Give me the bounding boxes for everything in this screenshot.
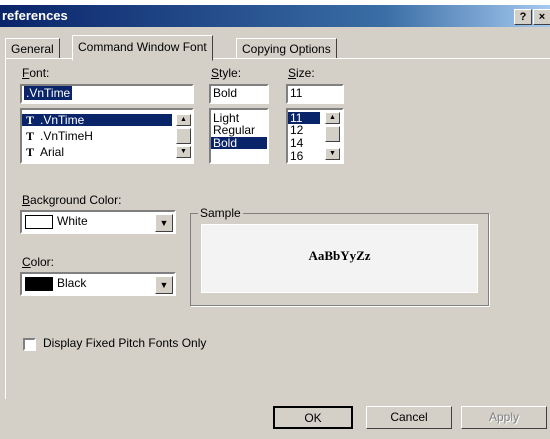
tab-command-window-font[interactable]: Command Window Font	[72, 35, 213, 61]
size-list-item[interactable]: 14	[290, 137, 318, 149]
ok-button[interactable]: OK	[273, 406, 353, 429]
title-bar[interactable]	[0, 5, 550, 27]
scrollbar-thumb[interactable]	[325, 126, 340, 142]
background-color-dropdown[interactable]: White ▼	[20, 210, 176, 234]
help-button[interactable]: ?	[514, 9, 532, 25]
size-list[interactable]: 11 12 14 16 ▲ ▼	[286, 108, 344, 164]
size-list-item[interactable]: 16	[290, 150, 318, 162]
background-color-value: White	[57, 214, 88, 228]
sample-text: AaBbYyZz	[308, 248, 371, 263]
tab-copying-options[interactable]: Copying Options	[236, 38, 337, 60]
font-list-item-label: Arial	[40, 145, 65, 159]
font-list-item-label: .VnTimeH	[40, 129, 93, 143]
tab-general[interactable]: General	[5, 38, 60, 60]
style-label: Style:	[211, 66, 242, 80]
font-list[interactable]: T .VnTime T .VnTimeH T Arial ▲ ▼	[20, 108, 194, 164]
font-list-item[interactable]: T Arial	[22, 146, 172, 158]
font-label: Font:	[22, 66, 50, 80]
truetype-icon: T	[26, 129, 35, 143]
style-label-text: tyle:	[219, 66, 242, 80]
sample-label: Sample	[198, 206, 243, 220]
truetype-icon: T	[26, 113, 35, 127]
color-value: Black	[57, 276, 87, 290]
scrollbar-thumb[interactable]	[176, 128, 191, 144]
truetype-icon: T	[26, 145, 35, 159]
chevron-down-icon[interactable]: ▼	[155, 214, 173, 232]
fixed-pitch-checkbox[interactable]	[23, 338, 36, 351]
background-color-label-text: ackground Color:	[30, 193, 122, 207]
window-title: references	[2, 8, 68, 23]
style-list-item[interactable]: Regular	[213, 124, 267, 136]
sample-preview: AaBbYyZz	[201, 224, 478, 293]
font-list-item[interactable]: T .VnTimeH	[22, 130, 172, 142]
style-list[interactable]: Light Regular Bold	[209, 108, 269, 164]
style-list-item[interactable]: Bold	[211, 137, 267, 149]
size-label-text: ize:	[296, 66, 315, 80]
scroll-up-button[interactable]: ▲	[176, 114, 191, 126]
font-list-item-label: .VnTime	[40, 113, 85, 127]
background-color-label: Background Color:	[22, 193, 122, 207]
background-color-swatch	[25, 215, 53, 229]
style-input[interactable]: Bold	[209, 84, 269, 104]
size-input[interactable]: 11	[286, 84, 344, 104]
fixed-pitch-label: Display Fixed Pitch Fonts Only	[43, 336, 207, 350]
color-swatch	[25, 277, 53, 291]
scroll-down-button[interactable]: ▼	[325, 148, 340, 160]
font-input[interactable]: .VnTime	[20, 84, 194, 104]
font-input-value: .VnTime	[24, 86, 73, 100]
color-dropdown[interactable]: Black ▼	[20, 272, 176, 296]
scroll-up-button[interactable]: ▲	[325, 112, 340, 124]
scroll-down-button[interactable]: ▼	[176, 146, 191, 158]
color-label: Color:	[22, 255, 55, 269]
cancel-button[interactable]: Cancel	[366, 406, 452, 429]
close-button[interactable]: ×	[533, 9, 550, 25]
size-label: Size:	[288, 66, 315, 80]
font-label-text: ont:	[29, 66, 50, 80]
font-list-item[interactable]: T .VnTime	[22, 114, 172, 126]
chevron-down-icon[interactable]: ▼	[155, 276, 173, 294]
size-list-item[interactable]: 12	[290, 124, 318, 136]
color-label-text: olor:	[30, 255, 55, 269]
apply-button[interactable]: Apply	[461, 406, 547, 429]
